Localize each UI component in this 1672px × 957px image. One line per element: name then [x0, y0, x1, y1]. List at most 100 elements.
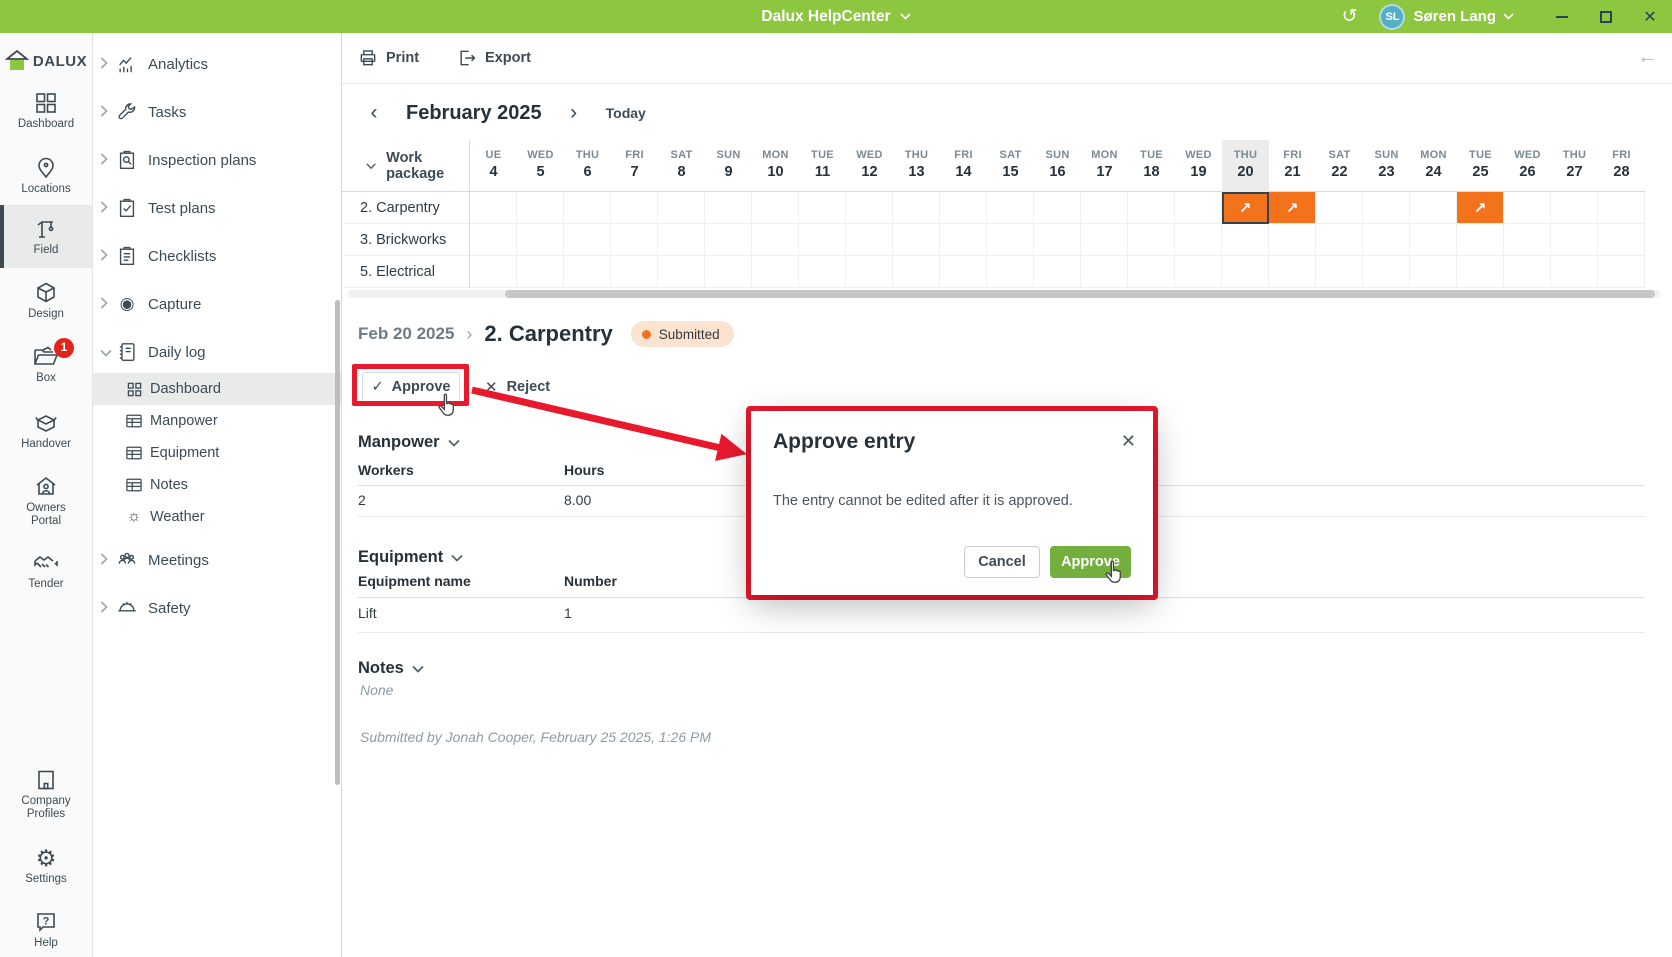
day-column-header[interactable]: MON24 [1410, 140, 1457, 192]
rail-item-design[interactable]: Design [0, 278, 92, 324]
sidebar-item-dailylog-manpower[interactable]: Manpower [93, 405, 341, 437]
scrollbar-thumb[interactable] [505, 290, 1655, 298]
calendar-cell [987, 224, 1034, 256]
history-icon[interactable]: ↺ [1342, 5, 1358, 28]
sidebar-item-capture[interactable]: ◉ Capture [93, 280, 341, 328]
check-icon: ✓ [372, 379, 384, 395]
work-package-row-label[interactable]: 5. Electrical [342, 256, 469, 288]
sidebar-item-tasks[interactable]: Tasks [93, 88, 341, 136]
day-column-header[interactable]: SAT22 [1316, 140, 1363, 192]
chevron-down-icon[interactable] [451, 554, 463, 562]
back-arrow-icon[interactable]: ← [1637, 45, 1658, 69]
calendar-navigation: ‹ February 2025 › Today [342, 95, 1672, 131]
day-column-header[interactable]: FRI21 [1269, 140, 1316, 192]
day-column-header[interactable]: SAT8 [658, 140, 705, 192]
rail-item-settings[interactable]: ⚙ Settings [0, 843, 92, 889]
sidebar-item-safety[interactable]: Safety [93, 584, 341, 632]
day-column-header[interactable]: MON17 [1081, 140, 1128, 192]
day-column-header[interactable]: SUN9 [705, 140, 752, 192]
day-column-header[interactable]: THU6 [564, 140, 611, 192]
work-package-row-label[interactable]: 2. Carpentry [342, 192, 469, 224]
calendar-cell [705, 192, 752, 224]
today-button[interactable]: Today [606, 105, 646, 121]
calendar-cell [1457, 224, 1504, 256]
calendar-cell [517, 256, 564, 288]
day-column-header[interactable]: TUE11 [799, 140, 846, 192]
day-column-header[interactable]: WED5 [517, 140, 564, 192]
day-name: SUN [1374, 149, 1398, 161]
day-column-header[interactable]: THU27 [1551, 140, 1598, 192]
sidebar-scrollbar[interactable] [335, 300, 340, 785]
day-name: FRI [625, 149, 644, 161]
sidebar-item-meetings[interactable]: Meetings [93, 536, 341, 584]
sidebar-item-inspection-plans[interactable]: Inspection plans [93, 136, 341, 184]
export-button[interactable]: Export [457, 48, 531, 68]
day-column-header[interactable]: THU20 [1222, 140, 1269, 192]
daily-log-entry-cell[interactable]: ↗ [1222, 192, 1269, 224]
chevron-down-icon[interactable] [1503, 13, 1514, 20]
rail-label: Locations [21, 183, 70, 196]
rail-label: Help [34, 937, 58, 950]
rail-item-dashboard[interactable]: Dashboard [0, 88, 92, 134]
maximize-button[interactable] [1584, 0, 1628, 33]
prev-month-button[interactable]: ‹ [364, 101, 384, 125]
calendar-cell [1222, 224, 1269, 256]
reject-button[interactable]: ✕ Reject [485, 372, 550, 402]
print-button[interactable]: Print [358, 48, 419, 68]
rail-item-company-profiles[interactable]: Company Profiles [0, 764, 92, 824]
breadcrumb-date[interactable]: Feb 20 2025 [358, 324, 454, 344]
daily-log-entry-cell[interactable]: ↗ [1457, 192, 1504, 224]
day-name: SAT [1328, 149, 1350, 161]
rail-item-locations[interactable]: Locations [0, 153, 92, 199]
day-column-header[interactable]: UE4 [470, 140, 517, 192]
calendar-cell [705, 256, 752, 288]
rail-item-owners-portal[interactable]: Owners Portal [0, 471, 92, 531]
calendar-cell [846, 256, 893, 288]
day-column-header[interactable]: WED12 [846, 140, 893, 192]
day-column-header[interactable]: TUE18 [1128, 140, 1175, 192]
sidebar-item-checklists[interactable]: Checklists [93, 232, 341, 280]
app-title-menu[interactable]: Dalux HelpCenter [761, 8, 910, 26]
rail-item-box[interactable]: 1 Box [0, 342, 92, 388]
day-column-header[interactable]: WED26 [1504, 140, 1551, 192]
breadcrumb-separator: › [466, 324, 472, 345]
day-column-header[interactable]: THU13 [893, 140, 940, 192]
day-column-header[interactable]: FRI7 [611, 140, 658, 192]
close-button[interactable]: ✕ [1628, 0, 1672, 33]
work-package-row-label[interactable]: 3. Brickworks [342, 224, 469, 256]
calendar-cell [1598, 256, 1645, 288]
day-number: 11 [815, 164, 830, 180]
rail-item-handover[interactable]: Handover [0, 408, 92, 454]
day-column-header[interactable]: MON10 [752, 140, 799, 192]
dalux-logo[interactable]: DALUX [0, 41, 92, 81]
day-column-header[interactable]: TUE25 [1457, 140, 1504, 192]
day-column-header[interactable]: SUN16 [1034, 140, 1081, 192]
daily-log-entry-cell[interactable]: ↗ [1269, 192, 1316, 224]
next-month-button[interactable]: › [564, 101, 584, 125]
day-column-header[interactable]: SUN23 [1363, 140, 1410, 192]
sidebar-item-dailylog-weather[interactable]: ☼ Weather [93, 501, 341, 533]
calendar-horizontal-scrollbar[interactable] [348, 290, 1660, 298]
day-number: 18 [1143, 164, 1159, 180]
rail-item-field[interactable]: Field [0, 205, 92, 268]
work-package-header[interactable]: Work package [342, 140, 470, 192]
sidebar-item-dailylog-notes[interactable]: Notes [93, 469, 341, 501]
sidebar-item-dailylog-equipment[interactable]: Equipment [93, 437, 341, 469]
day-column-header[interactable]: FRI28 [1598, 140, 1645, 192]
day-name: THU [576, 149, 600, 161]
sidebar-item-daily-log[interactable]: Daily log [93, 328, 341, 376]
chevron-down-icon[interactable] [448, 439, 460, 447]
rail-item-help[interactable]: ? Help [0, 907, 92, 953]
day-column-header[interactable]: FRI14 [940, 140, 987, 192]
sidebar-item-test-plans[interactable]: Test plans [93, 184, 341, 232]
day-column-header[interactable]: SAT15 [987, 140, 1034, 192]
modal-cancel-button[interactable]: Cancel [964, 546, 1040, 578]
minimize-button[interactable] [1540, 0, 1584, 33]
day-column-header[interactable]: WED19 [1175, 140, 1222, 192]
modal-close-icon[interactable]: ✕ [1121, 431, 1136, 452]
chevron-down-icon[interactable] [412, 665, 424, 673]
sidebar-item-dailylog-dashboard[interactable]: Dashboard [93, 373, 341, 405]
rail-item-tender[interactable]: Tender [0, 549, 92, 595]
sidebar-item-analytics[interactable]: Analytics [93, 40, 341, 88]
avatar[interactable]: SL [1379, 4, 1405, 30]
